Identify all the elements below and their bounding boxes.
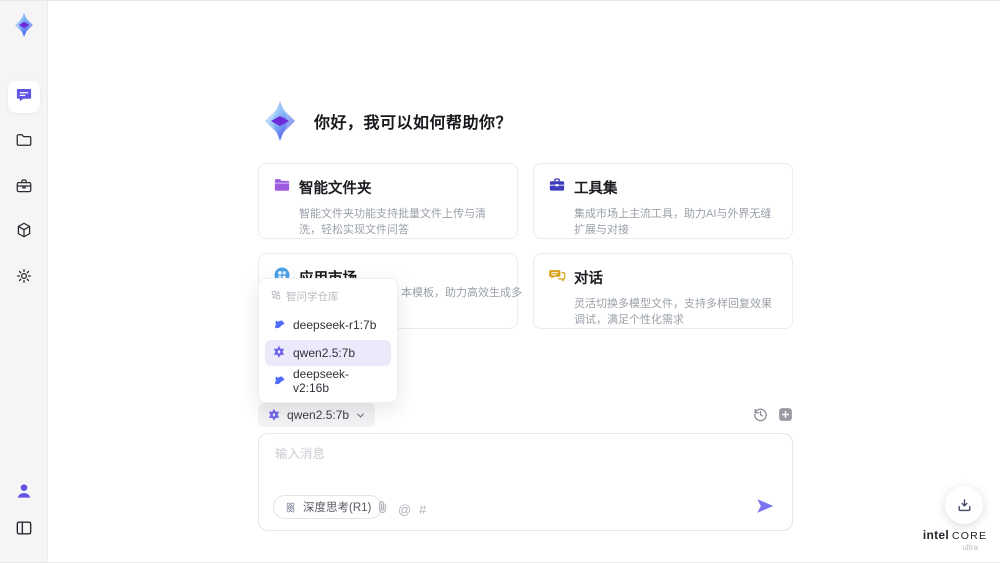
card-toolset[interactable]: 工具集 集成市场上主流工具，助力AI与外界无缝扩展与对接 [533,163,793,239]
deepseek-icon [272,317,286,334]
download-icon [958,498,970,511]
card-description: 灵活切换多模型文件，支持多样回复效果调试，满足个性化需求 [574,298,772,326]
folder-icon [15,131,33,154]
qwen-icon [272,345,286,362]
message-input[interactable] [275,444,715,464]
dialogue-icon [548,266,566,289]
new-chat-button[interactable] [777,406,794,423]
cube-icon [15,221,33,244]
at-icon: @ [398,502,412,517]
sidebar-item-folders[interactable] [8,126,40,158]
app-logo-icon[interactable] [10,11,38,39]
paperclip-icon [379,500,386,514]
selected-model-label: qwen2.5:7b [287,408,350,422]
card-title: 智能文件夹 [299,181,372,197]
repo-icon [271,290,281,303]
card-title: 工具集 [574,181,618,197]
card-description-partial: 本模板，助力高效生成多 [401,287,522,299]
hash-icon: # [419,502,427,517]
deep-think-toggle[interactable]: 深度思考(R1) [273,495,383,519]
atom-icon [286,502,295,512]
chevron-down-icon [357,413,364,418]
history-icon [754,408,767,422]
panel-toggle-icon [14,521,34,542]
sidebar-item-account[interactable] [14,481,34,501]
chat-icon [15,86,33,109]
toolset-icon [548,176,566,199]
plus-square-icon [779,408,792,421]
user-icon [14,484,34,505]
sidebar-item-toolbox[interactable] [8,172,40,204]
send-button[interactable] [754,495,776,517]
smart-folder-icon [273,176,291,199]
qwen-icon [268,408,280,421]
intel-core-badge: intel core ultra [922,528,988,552]
sidebar-item-collapse[interactable] [14,518,34,538]
briefcase-icon [15,177,33,200]
message-composer: 深度思考(R1) @ # [258,433,793,531]
download-button[interactable] [945,486,983,524]
topic-button[interactable]: # [419,502,426,517]
sidebar-item-chat[interactable] [8,81,40,113]
card-description: 集成市场上主流工具，助力AI与外界无缝扩展与对接 [574,208,772,236]
card-description: 智能文件夹功能支持批量文件上传与清洗，轻松实现文件问答 [299,208,486,236]
model-selector[interactable]: qwen2.5:7b [258,403,376,427]
sidebar [0,1,48,562]
assistant-logo-icon [265,101,295,141]
deepseek-icon [272,373,286,390]
model-repo-header: 智问学仓库 [265,286,391,310]
attach-file-button[interactable] [375,500,390,515]
card-dialogue[interactable]: 对话 灵活切换多模型文件，支持多样回复效果调试，满足个性化需求 [533,253,793,329]
model-option-qwen[interactable]: qwen2.5:7b [265,340,391,366]
model-option-deepseek-v2[interactable]: deepseek-v2:16b [265,367,391,395]
gear-icon [15,267,33,290]
sidebar-item-apps[interactable] [8,216,40,248]
model-dropdown: 智问学仓库 deepseek-r1:7b qwen2.5:7b deepseek… [258,278,398,403]
send-icon [757,499,774,513]
app-window: 你好，我可以如何帮助你？ 智能文件夹 智能文件夹功能支持批量文件上传与清洗，轻松… [0,0,1000,563]
mention-button[interactable]: @ [398,502,411,517]
page-title: 你好，我可以如何帮助你？ [314,115,513,132]
history-button[interactable] [752,406,769,423]
card-smart-folder[interactable]: 智能文件夹 智能文件夹功能支持批量文件上传与清洗，轻松实现文件问答 [258,163,518,239]
model-option-deepseek-r1[interactable]: deepseek-r1:7b [265,312,391,338]
card-title: 对话 [574,271,603,287]
sidebar-item-settings[interactable] [8,262,40,294]
greeting-block: 你好，我可以如何帮助你？ [258,99,512,143]
